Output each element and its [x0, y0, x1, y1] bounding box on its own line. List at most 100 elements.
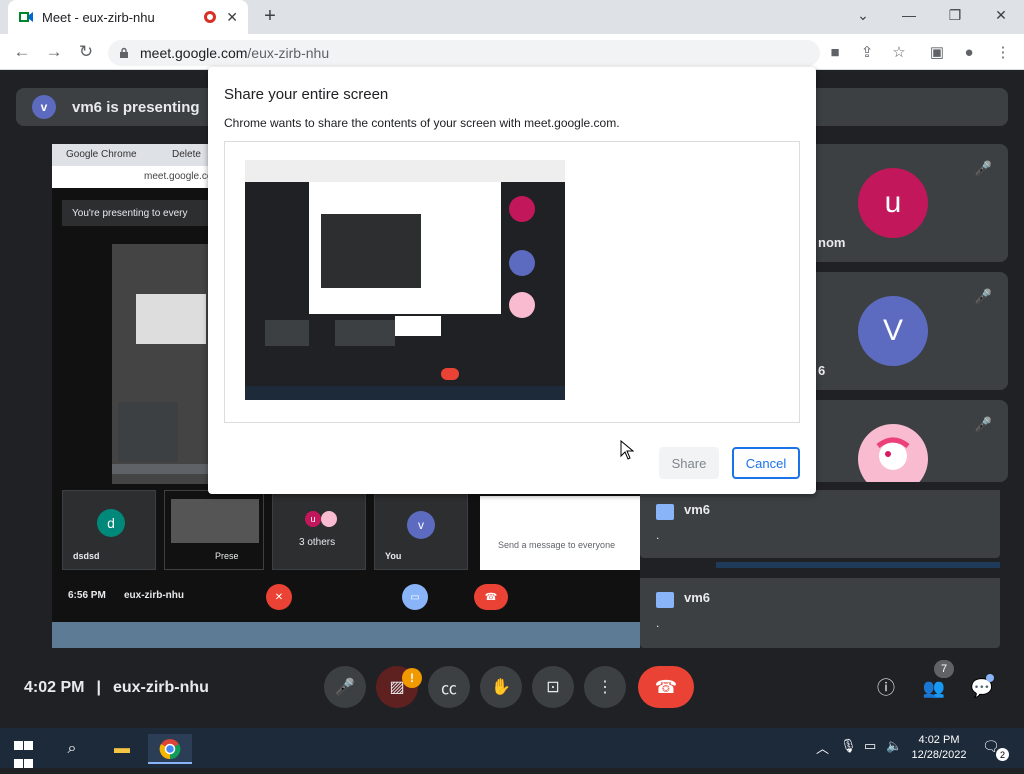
participant-name: 6: [818, 363, 826, 378]
chat-sender: vm6: [684, 502, 711, 517]
meeting-time: 4:02 PM: [24, 679, 85, 696]
people-count-badge: 7: [934, 660, 954, 678]
chat-message-icon: [656, 504, 674, 520]
small-meeting-code: eux-zirb-nhu: [124, 590, 184, 601]
url-path: /eux-zirb-nhu: [247, 45, 330, 61]
tray-volume-icon[interactable]: 🔈: [886, 738, 902, 754]
close-window-button[interactable]: ✕: [978, 4, 1024, 28]
chat-sender: vm6: [684, 590, 711, 605]
screen-thumbnail: [245, 160, 565, 400]
forward-icon[interactable]: →: [42, 40, 66, 64]
mouse-cursor-icon: [620, 440, 634, 460]
participant-tile[interactable]: 🎤: [808, 400, 1008, 482]
recording-icon: [204, 11, 217, 23]
participant-avatar: V: [858, 296, 928, 366]
tray-mic-icon: 🎙: [840, 738, 857, 753]
raise-hand-button[interactable]: ✋: [480, 666, 522, 708]
tray-network-icon[interactable]: ▭: [864, 738, 876, 754]
meeting-code: eux-zirb-nhu: [112, 679, 209, 696]
dialog-subtitle: Chrome wants to share the contents of yo…: [224, 116, 620, 130]
meeting-details-icon[interactable]: ⓘ: [873, 676, 899, 700]
presenting-text: vm6 is presenting: [72, 98, 200, 116]
small-name: dsdsd: [73, 551, 100, 561]
notification-count: 2: [996, 748, 1009, 761]
small-present-icon: ▭: [402, 584, 428, 610]
thumbnail-chat: [395, 316, 441, 336]
minimize-button[interactable]: —: [886, 4, 932, 28]
shared-banner-text: You're presenting to every: [72, 207, 188, 219]
thumbnail-browser-chrome: [245, 160, 565, 182]
mic-off-icon: 🎤: [974, 288, 992, 304]
small-taskbar: [52, 622, 640, 648]
new-tab-button[interactable]: +: [258, 5, 282, 29]
nested-tile: [118, 402, 178, 462]
small-screen-thumb: [171, 499, 259, 543]
back-icon[interactable]: ←: [10, 40, 34, 64]
share-button[interactable]: Share: [659, 447, 719, 479]
dialog-title: Share your entire screen: [224, 86, 389, 103]
thumbnail-avatar: [509, 196, 535, 222]
file-explorer-icon[interactable]: ▬: [100, 734, 144, 764]
participant-avatar-image: [858, 424, 928, 482]
small-name: 3 others: [299, 537, 336, 548]
chat-message-icon: [656, 592, 674, 608]
chat-toast[interactable]: vm6 .: [640, 578, 1000, 648]
lock-icon: [120, 47, 128, 58]
chrome-logo-icon: [159, 739, 181, 760]
windows-start-icon[interactable]: [14, 738, 34, 768]
end-call-button[interactable]: ☎: [638, 666, 694, 708]
small-tile: d dsdsd: [62, 490, 156, 570]
microphone-button[interactable]: 🎤: [324, 666, 366, 708]
thumbnail-taskbar: [245, 386, 565, 400]
thumbnail-avatar: [509, 292, 535, 318]
tray-chevron-icon[interactable]: ︿: [816, 738, 829, 757]
bookmark-star-icon[interactable]: ☆: [888, 42, 910, 64]
participant-tile[interactable]: 🎤 u nom: [808, 144, 1008, 262]
reload-icon[interactable]: ↻: [74, 40, 98, 64]
restore-button[interactable]: ❐: [932, 4, 978, 28]
shared-tab-1: Google Chrome: [66, 149, 137, 160]
more-options-button[interactable]: ⋮: [584, 666, 626, 708]
tab-title: Meet - eux-zirb-nhu: [42, 9, 155, 25]
chrome-menu-icon[interactable]: ⋮: [992, 42, 1014, 64]
meeting-separator: |: [96, 679, 101, 696]
chat-notification-dot: [986, 674, 994, 682]
profile-icon[interactable]: ●: [958, 42, 980, 64]
participant-tile[interactable]: 🎤 V 6: [808, 272, 1008, 390]
chrome-taskbar-icon[interactable]: [148, 734, 192, 764]
tab-search-icon[interactable]: ⌄: [840, 4, 886, 28]
nested-dialog: [136, 294, 206, 344]
side-panel-icon[interactable]: ▣: [926, 42, 948, 64]
chat-message: .: [656, 616, 660, 630]
url-host: meet.google.com: [140, 45, 248, 61]
small-time: 6:56 PM: [68, 590, 106, 601]
presenter-avatar: v: [32, 95, 56, 119]
people-icon[interactable]: 👥: [921, 676, 947, 700]
tab-close-icon[interactable]: ✕: [226, 9, 238, 26]
address-bar[interactable]: meet.google.com/eux-zirb-nhu: [108, 40, 820, 66]
thumbnail-end-call: [441, 368, 459, 380]
meet-logo-icon: [19, 12, 33, 22]
shared-tab-2: Delete: [172, 149, 201, 160]
small-avatar: d: [97, 509, 125, 537]
shared-url: meet.google.co: [144, 171, 213, 182]
taskbar-clock[interactable]: 4:02 PM 12/28/2022: [906, 733, 972, 763]
participant-avatar: u: [858, 168, 928, 238]
browser-tab[interactable]: Meet - eux-zirb-nhu ✕: [8, 0, 248, 34]
captions-button[interactable]: ㏄: [428, 666, 470, 708]
search-icon[interactable]: ⌕: [50, 734, 94, 764]
present-button[interactable]: ⊡: [532, 666, 574, 708]
camera-icon[interactable]: ■: [824, 42, 846, 64]
taskbar-time: 4:02 PM: [918, 734, 960, 746]
thumbnail-tile: [265, 320, 309, 346]
thumbnail-inner-screen: [321, 214, 421, 288]
mic-off-icon: 🎤: [974, 160, 992, 176]
share-page-icon[interactable]: ⇪: [856, 42, 878, 64]
small-name: Prese: [215, 551, 239, 561]
screen-preview[interactable]: [224, 141, 800, 423]
small-tile: v You: [374, 490, 468, 570]
small-avatar: v: [407, 511, 435, 539]
cancel-button[interactable]: Cancel: [732, 447, 800, 479]
chat-toast[interactable]: vm6 .: [640, 490, 1000, 558]
participant-name: nom: [818, 235, 846, 250]
